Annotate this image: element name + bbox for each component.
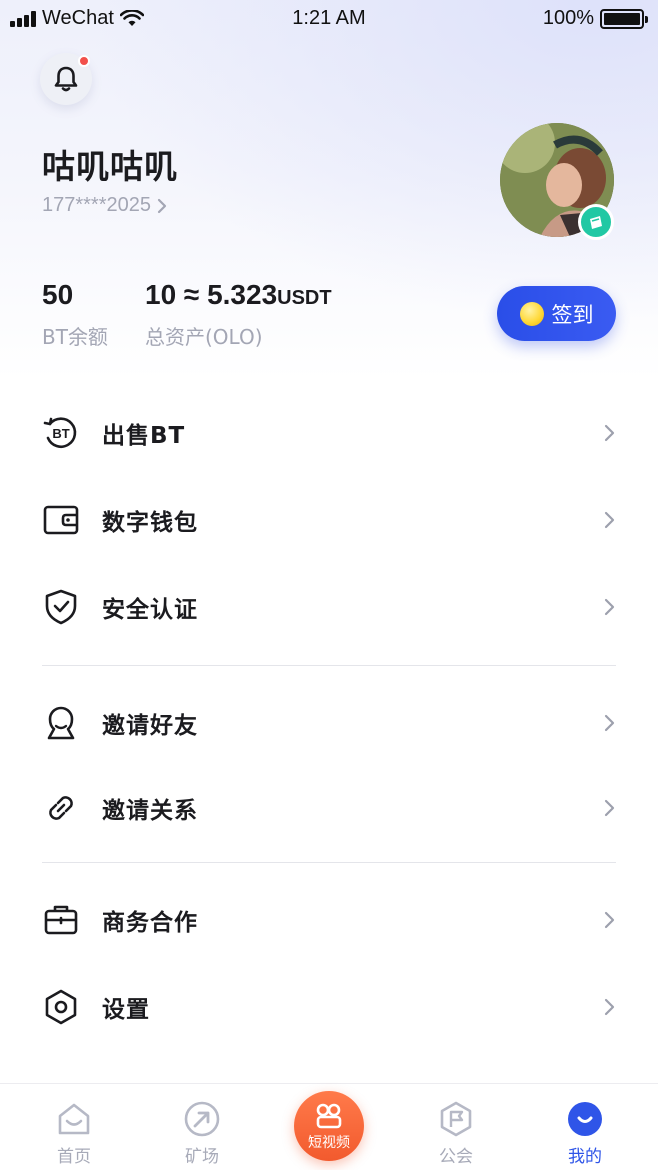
bt-balance-label: BT余额 [42, 325, 108, 349]
badge-icon [590, 216, 602, 229]
total-assets-unit: USDT [277, 287, 332, 309]
tab-home[interactable]: 首页 [24, 1084, 124, 1170]
chevron-right-icon [604, 598, 615, 616]
user-icon [42, 704, 80, 742]
battery-icon [600, 8, 648, 29]
menu-item-invite-relations[interactable]: 邀请关系 [0, 778, 658, 838]
notification-dot [78, 55, 90, 67]
total-assets-value: 10 ≈ 5.323 [145, 279, 278, 310]
notification-button[interactable] [40, 53, 92, 105]
user-phone-link[interactable]: 177****2025 [42, 194, 167, 217]
avatar-badge [578, 204, 614, 240]
tab-mine-field[interactable]: 矿场 [152, 1084, 252, 1170]
bell-icon [54, 66, 78, 92]
chevron-right-icon [604, 714, 615, 732]
video-icon [316, 1103, 342, 1129]
menu-item-wallet[interactable]: 数字钱包 [0, 490, 658, 550]
user-name: 咕叽咕叽 [42, 147, 178, 186]
smile-circle-icon [568, 1102, 602, 1136]
tab-guild[interactable]: 公会 [406, 1084, 506, 1170]
menu-item-settings[interactable]: 设置 [0, 977, 658, 1037]
menu-label-invite-friends: 邀请好友 [102, 713, 198, 739]
briefcase-icon [42, 901, 80, 939]
link-icon [42, 789, 80, 827]
bt-balance-stat: 50 BT余额 [42, 279, 108, 350]
battery-group: 100% [542, 7, 648, 30]
tab-label-me: 我的 [568, 1147, 602, 1167]
menu-item-invite-friends[interactable]: 邀请好友 [0, 693, 658, 753]
chevron-right-icon [604, 511, 615, 529]
status-bar: WeChat 1:21 AM 100% [0, 0, 658, 38]
svg-text:BT: BT [52, 426, 69, 441]
tab-me[interactable]: 我的 [535, 1084, 635, 1170]
bt-balance-value: 50 [42, 279, 74, 310]
tab-label-mine-field: 矿场 [185, 1147, 219, 1167]
coin-icon [519, 301, 544, 326]
total-assets-stat: 10 ≈ 5.323USDT 总资产(OLO) [145, 279, 332, 350]
arrow-up-right-circle-icon [184, 1101, 220, 1137]
menu-label-settings: 设置 [102, 997, 150, 1023]
divider [42, 665, 616, 666]
bt-exchange-icon: BT [42, 414, 80, 452]
divider [42, 862, 616, 863]
flag-hexagon-icon [440, 1101, 472, 1137]
checkin-label: 签到 [551, 302, 594, 327]
menu-label-wallet: 数字钱包 [102, 510, 198, 536]
chevron-right-icon [604, 998, 615, 1016]
checkin-button[interactable]: 签到 [497, 286, 616, 341]
total-assets-label: 总资产(OLO) [145, 325, 263, 349]
tab-short-video[interactable]: 短视频 [294, 1091, 364, 1161]
menu-item-sell-bt[interactable]: BT 出售BT [0, 403, 658, 463]
home-icon [58, 1103, 90, 1135]
menu-label-security: 安全认证 [102, 597, 198, 623]
shield-icon [42, 588, 80, 626]
menu-item-business[interactable]: 商务合作 [0, 890, 658, 950]
chevron-right-icon [604, 799, 615, 817]
tab-label-short-video: 短视频 [308, 1135, 350, 1151]
chevron-right-icon [604, 911, 615, 929]
wallet-icon [42, 501, 80, 539]
user-phone: 177****2025 [42, 194, 151, 216]
settings-hexagon-icon [42, 988, 80, 1026]
chevron-right-icon [157, 198, 167, 213]
chevron-right-icon [604, 424, 615, 442]
menu-label-sell-bt: 出售BT [102, 423, 186, 449]
menu-label-invite-relations: 邀请关系 [102, 798, 198, 824]
battery-percent: 100% [542, 7, 594, 29]
total-assets-value-row: 10 ≈ 5.323USDT [145, 279, 332, 311]
tab-label-home: 首页 [57, 1147, 91, 1167]
menu-item-security[interactable]: 安全认证 [0, 577, 658, 637]
menu-label-business: 商务合作 [102, 910, 198, 936]
tab-label-guild: 公会 [439, 1147, 473, 1167]
